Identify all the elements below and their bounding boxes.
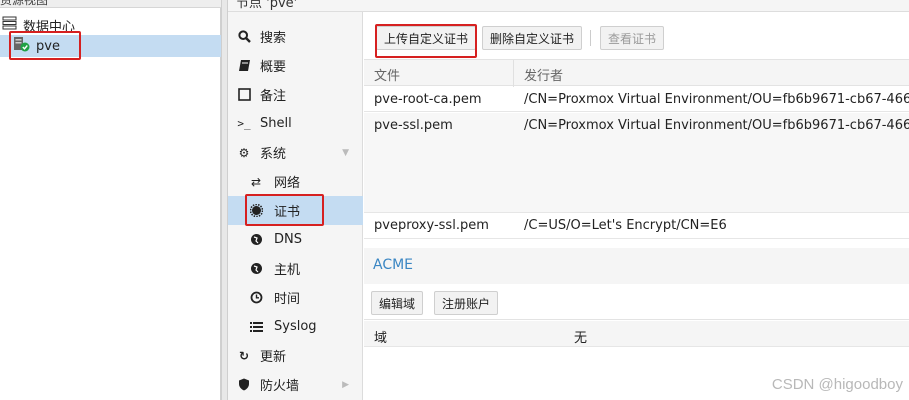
cell-file: pve-root-ca.pem bbox=[374, 92, 482, 107]
highlight-box-certificates bbox=[245, 194, 324, 226]
search-icon bbox=[237, 30, 251, 43]
highlight-box-node bbox=[9, 31, 81, 60]
cell-issuer: /CN=Proxmox Virtual Environment/OU=fb6b9… bbox=[524, 92, 909, 107]
highlight-box-upload bbox=[375, 24, 477, 58]
exchange-icon: ⇄ bbox=[250, 174, 262, 189]
terminal-icon: >_ bbox=[237, 117, 251, 130]
nav-item-label: DNS bbox=[274, 232, 302, 247]
globe-icon bbox=[249, 233, 263, 246]
nav-item-dns[interactable]: DNS bbox=[228, 225, 363, 254]
table-row[interactable]: pve-ssl.pem /CN=Proxmox Virtual Environm… bbox=[364, 113, 909, 213]
chevron-right-icon[interactable]: ▶ bbox=[342, 380, 349, 390]
resource-tree: 资源视图 数据中心 pve bbox=[0, 0, 221, 400]
tree-header: 资源视图 bbox=[0, 0, 221, 8]
delete-custom-cert-button[interactable]: 删除自定义证书 bbox=[482, 26, 583, 50]
nav-item-summary[interactable]: 概要 bbox=[228, 51, 363, 80]
register-account-button[interactable]: 注册账户 bbox=[434, 291, 499, 315]
cell-issuer: /CN=Proxmox Virtual Environment/OU=fb6b9… bbox=[524, 118, 909, 133]
nav-item-label: 网络 bbox=[274, 176, 301, 191]
column-divider[interactable] bbox=[513, 60, 514, 87]
cert-grid-header: 文件 发行者 bbox=[364, 59, 909, 87]
nav-item-search[interactable]: 搜索 bbox=[228, 22, 363, 51]
nav-item-label: 更新 bbox=[260, 350, 287, 365]
nav-item-label: Syslog bbox=[274, 319, 317, 334]
nav-item-hosts[interactable]: 主机 bbox=[228, 254, 363, 283]
nav-item-system[interactable]: ⚙ 系统 ▼ bbox=[228, 138, 363, 167]
cell-issuer: /C=US/O=Let's Encrypt/CN=E6 bbox=[524, 218, 727, 233]
nav-item-label: 防火墙 bbox=[260, 379, 300, 394]
cell-file: pveproxy-ssl.pem bbox=[374, 218, 489, 233]
column-header-issuer[interactable]: 发行者 bbox=[524, 65, 563, 84]
nav-item-label: 系统 bbox=[260, 147, 287, 162]
tree-header-label: 资源视图 bbox=[0, 0, 49, 7]
toolbar-separator bbox=[590, 30, 591, 46]
book-icon bbox=[237, 59, 251, 72]
content-header: 节点 'pve' bbox=[228, 0, 909, 12]
nav-item-shell[interactable]: >_ Shell bbox=[228, 109, 363, 138]
nav-item-label: 概要 bbox=[260, 60, 287, 75]
watermark: CSDN @higoodboy bbox=[771, 376, 903, 393]
clock-icon bbox=[249, 291, 263, 304]
nav-item-syslog[interactable]: Syslog bbox=[228, 312, 363, 341]
panel-splitter[interactable] bbox=[221, 0, 228, 400]
acme-section-header: ACME bbox=[364, 248, 909, 284]
acme-toolbar: 编辑域 注册账户 bbox=[364, 290, 909, 320]
acme-row-key: 域 bbox=[374, 331, 388, 346]
acme-title: ACME bbox=[373, 257, 414, 273]
nav-item-updates[interactable]: ↻ 更新 bbox=[228, 341, 363, 370]
note-icon bbox=[237, 88, 251, 101]
gears-icon: ⚙ bbox=[238, 145, 250, 160]
cell-file: pve-ssl.pem bbox=[374, 118, 453, 133]
nav-item-network[interactable]: ⇄ 网络 bbox=[228, 167, 363, 196]
nav-item-label: 主机 bbox=[274, 263, 301, 278]
view-cert-button[interactable]: 查看证书 bbox=[600, 26, 665, 50]
nav-item-firewall[interactable]: 防火墙 ▶ bbox=[228, 370, 363, 399]
acme-domain-row[interactable]: 域 无 bbox=[364, 321, 909, 347]
nav-item-label: 备注 bbox=[260, 89, 287, 104]
nav-item-label: 搜索 bbox=[260, 31, 287, 46]
shield-icon bbox=[237, 378, 251, 391]
acme-row-value: 无 bbox=[574, 331, 588, 346]
refresh-icon: ↻ bbox=[238, 348, 250, 363]
globe-icon bbox=[249, 262, 263, 275]
certificates-panel: 上传自定义证书 删除自定义证书 查看证书 文件 发行者 pve-root-ca.… bbox=[364, 12, 909, 400]
node-title: 节点 'pve' bbox=[236, 0, 298, 11]
chevron-down-icon[interactable]: ▼ bbox=[342, 148, 349, 158]
column-header-file[interactable]: 文件 bbox=[374, 65, 400, 84]
edit-domain-button[interactable]: 编辑域 bbox=[371, 291, 424, 315]
nav-item-label: 时间 bbox=[274, 292, 301, 307]
nav-item-notes[interactable]: 备注 bbox=[228, 80, 363, 109]
nav-item-label: Shell bbox=[260, 116, 292, 131]
table-row[interactable]: pve-root-ca.pem /CN=Proxmox Virtual Envi… bbox=[364, 87, 909, 112]
nav-item-time[interactable]: 时间 bbox=[228, 283, 363, 312]
list-icon bbox=[249, 321, 263, 332]
table-row[interactable]: pveproxy-ssl.pem /C=US/O=Let's Encrypt/C… bbox=[364, 213, 909, 239]
